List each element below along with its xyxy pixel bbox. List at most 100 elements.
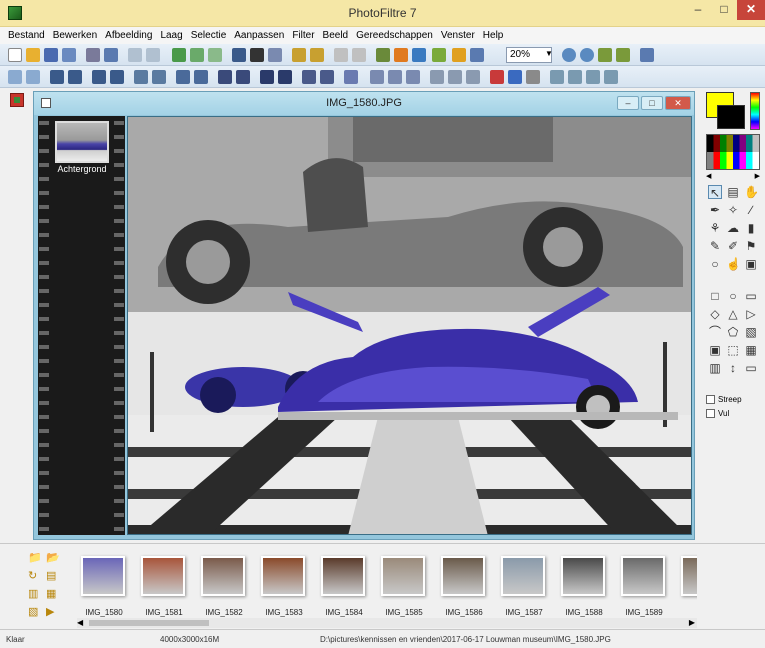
frame-icon[interactable] [550,70,564,84]
triangle-shape-icon[interactable]: △ [726,307,740,321]
fill-checkbox[interactable] [706,408,715,418]
transform-icon[interactable] [310,48,324,62]
blur-tool-icon[interactable]: ○ [708,257,722,271]
shadow-icon[interactable] [586,70,600,84]
layer-thumbnail[interactable] [55,121,109,163]
thumbnail[interactable]: IMG_1585 [377,550,431,622]
flip-icon[interactable] [448,70,462,84]
select-all-icon[interactable] [250,48,264,62]
contrast-up-icon[interactable] [92,70,106,84]
grayscale-icon[interactable] [218,70,232,84]
screen-icon[interactable] [640,48,654,62]
sepia-icon[interactable] [236,70,250,84]
open-icon[interactable] [26,48,40,62]
minimize-button[interactable]: ‒ [685,0,711,20]
dust-icon[interactable] [302,70,316,84]
brush-tool-icon[interactable]: ✎ [708,239,722,253]
color-spectrum[interactable] [750,92,760,130]
rectangle-shape-icon[interactable]: □ [708,289,722,303]
palette-left-arrow-icon[interactable]: ◀ [706,172,711,180]
menu-venster[interactable]: Venster [441,30,475,41]
mirror-icon[interactable] [430,70,444,84]
invert-selection-icon[interactable]: ⬚ [726,343,740,357]
save-as-icon[interactable] [62,48,76,62]
document-maximize-button[interactable]: □ [641,96,663,110]
replace-color-icon[interactable] [490,70,504,84]
thumbnail[interactable]: IMG_1584 [317,550,371,622]
background-color[interactable] [717,105,745,129]
menu-beeld[interactable]: Beeld [323,30,349,41]
crop-selection-icon[interactable]: ▥ [708,361,722,375]
options-icon[interactable] [452,48,466,62]
fullscreen-icon[interactable] [412,48,426,62]
smudge-tool-icon[interactable]: ☝ [726,257,741,271]
thumbnail[interactable]: IMG_1583 [257,550,311,622]
hide-selection-icon[interactable]: ▦ [744,343,758,357]
triangle-right-shape-icon[interactable]: ▷ [744,307,758,321]
menu-selectie[interactable]: Selectie [191,30,227,41]
zoom-in-icon[interactable] [562,48,576,62]
maximize-button[interactable]: □ [711,0,737,20]
undo-icon[interactable] [128,48,142,62]
close-button[interactable]: ✕ [737,0,765,20]
flip-horizontal-icon[interactable] [334,48,348,62]
auto-level-icon[interactable] [8,70,22,84]
fill-option[interactable]: Vul [706,407,729,419]
thumbnail-scrollbar[interactable]: ◀ ▶ [77,618,697,628]
export-icon[interactable] [526,70,540,84]
document-close-button[interactable]: ✕ [665,96,691,110]
menu-gereedschappen[interactable]: Gereedschappen [356,30,433,41]
scan-icon[interactable] [104,48,118,62]
flip-vertical-icon[interactable] [352,48,366,62]
favorites-icon[interactable]: ▦ [46,588,59,601]
select-all-tool-icon[interactable]: ▣ [708,343,722,357]
contrast-down-icon[interactable] [110,70,124,84]
folder-icon[interactable]: 📂 [46,552,60,565]
gamma-down-icon[interactable] [194,70,208,84]
saturation-up-icon[interactable] [134,70,148,84]
rotate-left-icon[interactable] [370,70,384,84]
folder-up-icon[interactable]: 📁 [28,552,42,565]
copy-icon[interactable] [190,48,204,62]
line-tool-icon[interactable]: ∕ [744,203,758,217]
eraser-tool-icon[interactable]: ▮ [744,221,758,235]
canvas-size-icon[interactable] [292,48,306,62]
folder-shape-icon[interactable]: ▧ [744,325,758,339]
selection-tool-icon[interactable]: ▤ [726,185,740,199]
menu-filter[interactable]: Filter [292,30,314,41]
deform-icon[interactable] [466,70,480,84]
browse-folder-icon[interactable]: ▤ [46,570,59,583]
menu-bestand[interactable]: Bestand [8,30,45,41]
spray-tool-icon[interactable]: ☁ [726,221,740,235]
transparent-color-icon[interactable] [508,70,522,84]
save-icon[interactable] [44,48,58,62]
refresh-folder-icon[interactable]: ↻ [28,570,41,583]
emboss-icon[interactable] [344,70,358,84]
layer-manager-icon[interactable] [10,93,24,107]
print-icon[interactable] [86,48,100,62]
clone-tool-icon[interactable]: ▣ [744,257,758,271]
new-folder-icon[interactable]: ▥ [28,588,41,601]
polygon-lasso-icon[interactable]: ⬠ [726,325,740,339]
border-icon[interactable] [568,70,582,84]
brightness-up-icon[interactable] [50,70,64,84]
scroll-right-icon[interactable]: ▶ [689,618,695,627]
thumbnail[interactable]: IMG_1581 [137,550,191,622]
sharpen-icon[interactable] [278,70,292,84]
thumbnail[interactable]: IMG [677,550,697,622]
fill-tool-icon[interactable]: ⚘ [708,221,722,235]
actual-size-icon[interactable] [598,48,612,62]
stroke-option[interactable]: Streep [706,393,742,405]
cut-icon[interactable] [172,48,186,62]
thumbnail[interactable]: IMG_1587 [497,550,551,622]
collapse-icon[interactable]: ▧ [28,606,41,619]
stroke-checkbox[interactable] [706,394,715,404]
zoom-out-icon[interactable] [580,48,594,62]
scroll-thumb[interactable] [89,620,209,626]
menu-help[interactable]: Help [483,30,504,41]
slideshow-icon[interactable] [432,48,446,62]
magic-wand-icon[interactable]: ✧ [726,203,740,217]
thumbnail[interactable]: IMG_1582 [197,550,251,622]
resize-selection-icon[interactable]: ↕ [726,361,740,375]
thumbnail[interactable]: IMG_1580 [77,550,131,622]
